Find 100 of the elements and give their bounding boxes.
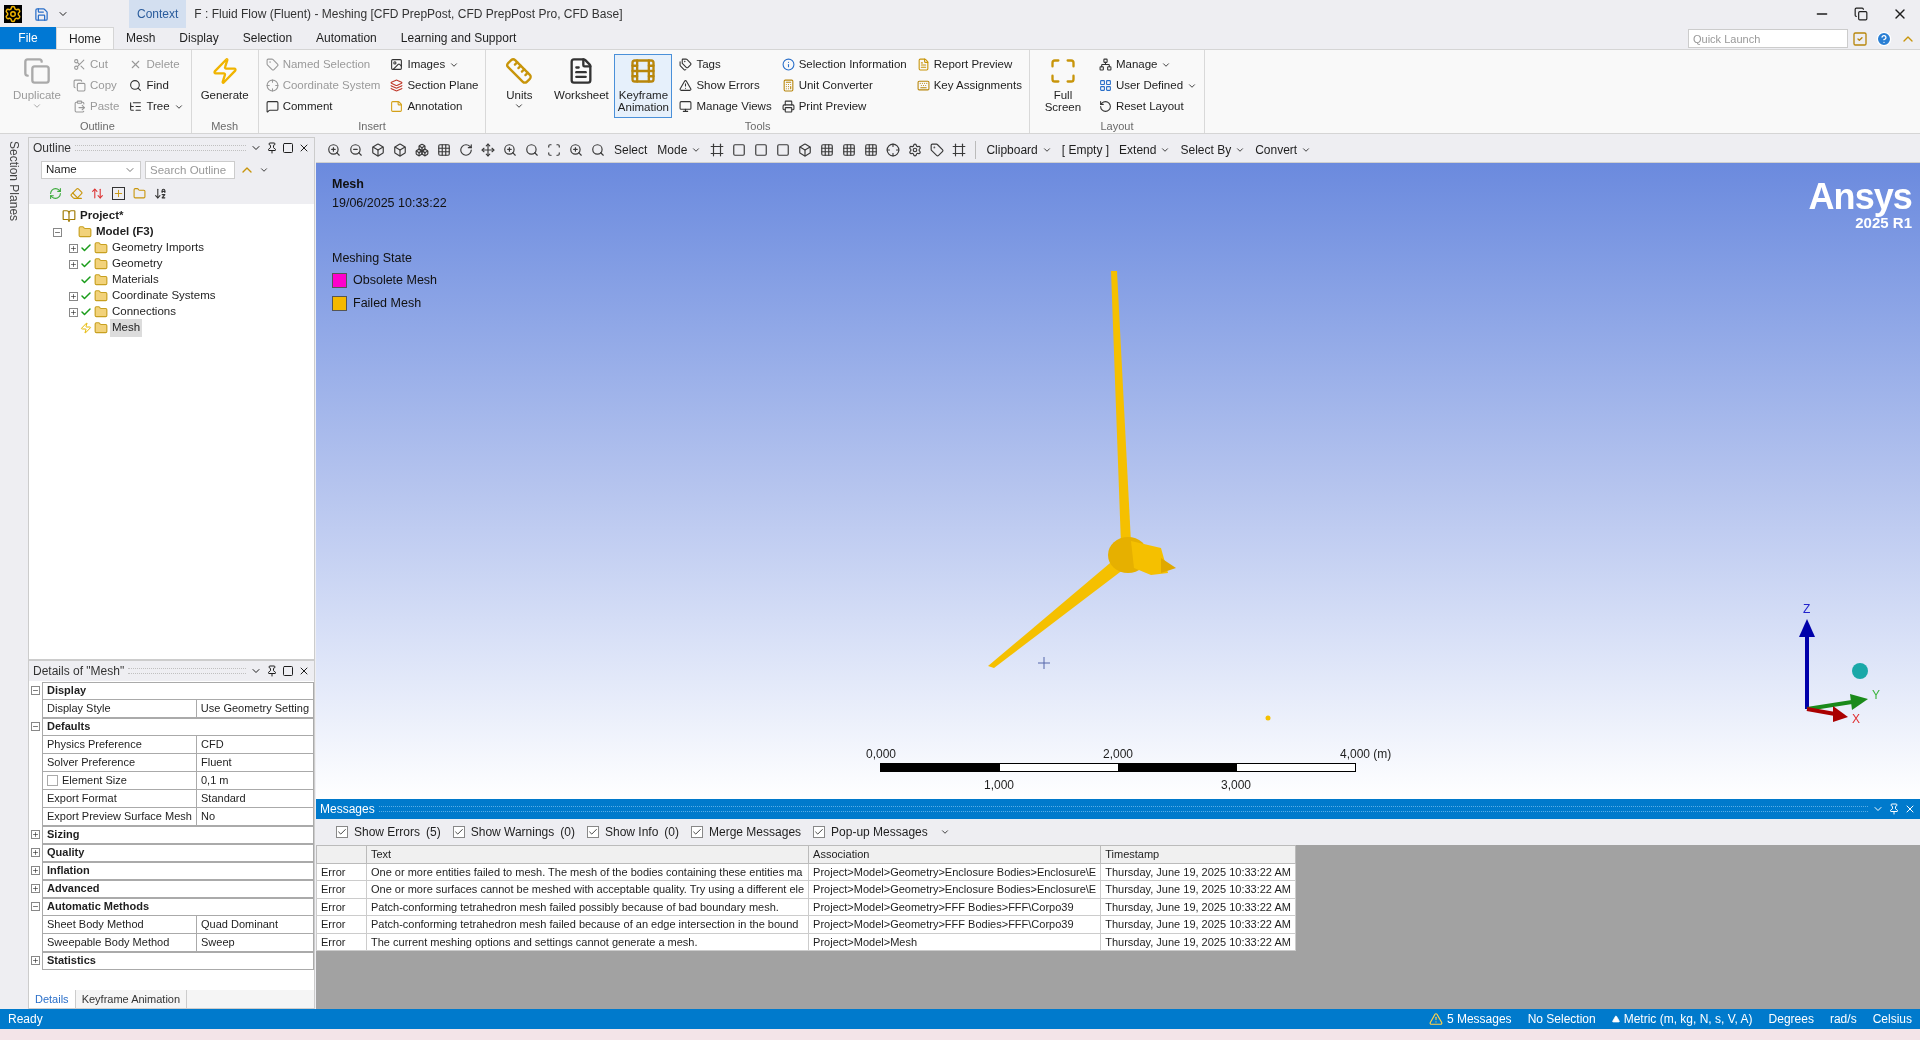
toolbar-button[interactable]: Clipboard <box>982 139 1056 160</box>
messages-count[interactable]: 5 Messages <box>1446 1010 1512 1028</box>
name-filter-dropdown[interactable]: Name <box>41 161 141 179</box>
file-tab[interactable]: File <box>0 27 56 49</box>
checkbox[interactable] <box>336 826 348 838</box>
toolbar-button[interactable]: Select By <box>1176 139 1250 160</box>
ribbon-button[interactable]: Print Preview <box>778 96 910 117</box>
checkbox[interactable] <box>452 826 465 838</box>
expand-icon[interactable] <box>31 883 40 893</box>
ribbon-button[interactable]: Tree <box>126 96 187 117</box>
expand-icon[interactable] <box>31 955 40 965</box>
temperature-unit[interactable]: Celsius <box>1872 1010 1912 1028</box>
ribbon-large-button[interactable]: Full Screen <box>1033 54 1092 118</box>
expand-all-icon[interactable] <box>112 186 125 200</box>
ribbon-tab[interactable]: Mesh <box>114 27 168 49</box>
ribbon-button[interactable]: Section Plane <box>387 75 482 96</box>
ribbon-tab[interactable]: Display <box>167 27 231 49</box>
sort-alpha-icon[interactable] <box>154 186 167 200</box>
checkbox[interactable] <box>691 826 703 838</box>
ribbon-button[interactable]: Manage Views <box>676 96 775 117</box>
expand-icon[interactable] <box>31 829 40 839</box>
toolbar-button[interactable]: Mode <box>653 139 706 160</box>
ribbon-tab[interactable]: Home <box>56 27 114 49</box>
expand-icon[interactable] <box>69 307 78 317</box>
checkbox[interactable] <box>47 775 58 786</box>
section-planes-tab[interactable]: Section Planes <box>5 141 23 222</box>
ribbon-tab[interactable]: Learning and Support <box>388 27 529 49</box>
tree-item[interactable]: Geometry <box>110 255 165 273</box>
property-value[interactable]: No <box>196 807 314 826</box>
ribbon-button[interactable]: User Defined <box>1095 75 1201 96</box>
collapse-icon[interactable] <box>31 721 40 731</box>
checkbox[interactable] <box>586 826 599 838</box>
tree-item[interactable]: Coordinate Systems <box>110 287 218 305</box>
graphics-viewport[interactable]: Mesh 19/06/2025 10:33:22 Meshing State Obsolete Mesh Failed Mesh Ansys 2025 R1 0,000 2,000 4,000 (m) 1,000 3,000 Z Y X <box>316 163 1920 799</box>
tree-item[interactable]: Materials <box>110 271 161 289</box>
toolbar-button[interactable]: [ Empty ] <box>1057 139 1114 160</box>
expand-icon[interactable] <box>69 259 78 269</box>
expand-icon[interactable] <box>69 243 78 253</box>
help-icon[interactable] <box>1876 31 1892 47</box>
angle-unit[interactable]: Degrees <box>1768 1010 1814 1028</box>
ribbon-button[interactable]: Reset Layout <box>1095 96 1201 117</box>
search-field[interactable]: Search Outline <box>145 161 235 179</box>
tags-icon <box>679 58 693 71</box>
save-icon[interactable] <box>34 6 49 22</box>
toolbar-button[interactable]: Extend <box>1115 139 1175 160</box>
collapse-icon[interactable] <box>31 685 40 695</box>
toolbar-button[interactable]: Select <box>610 139 652 160</box>
pin-icon[interactable] <box>266 142 278 154</box>
checklist-icon[interactable] <box>1852 31 1868 47</box>
column-header[interactable]: Text <box>366 845 809 863</box>
collapse-icon[interactable] <box>53 227 62 237</box>
ribbon-tab[interactable]: Automation <box>304 27 389 49</box>
tree-item[interactable]: Mesh <box>110 319 143 337</box>
settings-icon <box>908 142 923 157</box>
speed-unit[interactable]: rad/s <box>1829 1010 1857 1028</box>
ribbon-large-button[interactable]: Keyframe Animation <box>614 54 673 118</box>
column-header[interactable]: Association <box>808 845 1101 863</box>
maximize-icon[interactable] <box>282 142 294 154</box>
close-icon[interactable] <box>298 142 310 154</box>
tree-item[interactable]: Model (F3) <box>94 223 156 241</box>
section-header: Quality <box>42 843 314 862</box>
report-icon <box>916 58 930 71</box>
tree-item[interactable]: Geometry Imports <box>110 239 207 257</box>
toolbar-button[interactable]: Convert <box>1251 139 1316 160</box>
maximize-icon[interactable] <box>282 665 294 677</box>
ribbon-button[interactable]: Images <box>387 54 482 75</box>
ribbon-button[interactable]: Manage <box>1095 54 1201 75</box>
expand-icon[interactable] <box>69 291 78 301</box>
warning-icon <box>1428 1012 1443 1026</box>
restore-icon[interactable] <box>1854 7 1868 21</box>
sort-arrows-icon[interactable] <box>91 186 104 200</box>
panel-tab[interactable]: Keyframe Animation <box>75 990 188 1008</box>
collapse-icon[interactable] <box>31 901 40 911</box>
ribbon-button[interactable]: Annotation <box>387 96 482 117</box>
ribbon-button[interactable]: Comment <box>262 96 384 117</box>
ribbon-tab[interactable]: Selection <box>230 27 305 49</box>
tree-item[interactable]: Project* <box>78 207 126 225</box>
ribbon-button[interactable]: Unit Converter <box>778 75 910 96</box>
expand-icon[interactable] <box>31 847 40 857</box>
pin-icon[interactable] <box>266 665 278 677</box>
column-header[interactable]: Timestamp <box>1100 845 1296 863</box>
ribbon-button[interactable]: Tags <box>676 54 775 75</box>
tree-item[interactable]: Connections <box>110 303 178 321</box>
close-icon[interactable] <box>298 665 310 677</box>
ribbon-button[interactable]: Report Preview <box>913 54 1025 75</box>
panel-tab[interactable]: Details <box>29 990 76 1008</box>
ribbon-button[interactable]: Show Errors <box>676 75 775 96</box>
property-value[interactable]: Use Geometry Setting <box>195 699 314 718</box>
ribbon-button[interactable]: Selection Information <box>778 54 910 75</box>
expand-icon[interactable] <box>31 865 40 875</box>
unit-system[interactable]: Metric (m, kg, N, s, V, A) <box>1623 1010 1753 1028</box>
ribbon-large-button[interactable]: Units <box>490 54 549 118</box>
zoom-out-icon <box>349 142 363 157</box>
quick-launch-field[interactable]: Quick Launch <box>1688 29 1848 48</box>
ribbon-button[interactable]: Find <box>126 75 187 96</box>
ribbon-large-button[interactable]: Generate <box>195 54 254 118</box>
checkbox[interactable] <box>813 826 826 838</box>
property-value[interactable]: Sweep <box>196 933 314 952</box>
ribbon-large-button[interactable]: Worksheet <box>552 54 611 118</box>
ribbon-button[interactable]: Key Assignments <box>913 75 1025 96</box>
